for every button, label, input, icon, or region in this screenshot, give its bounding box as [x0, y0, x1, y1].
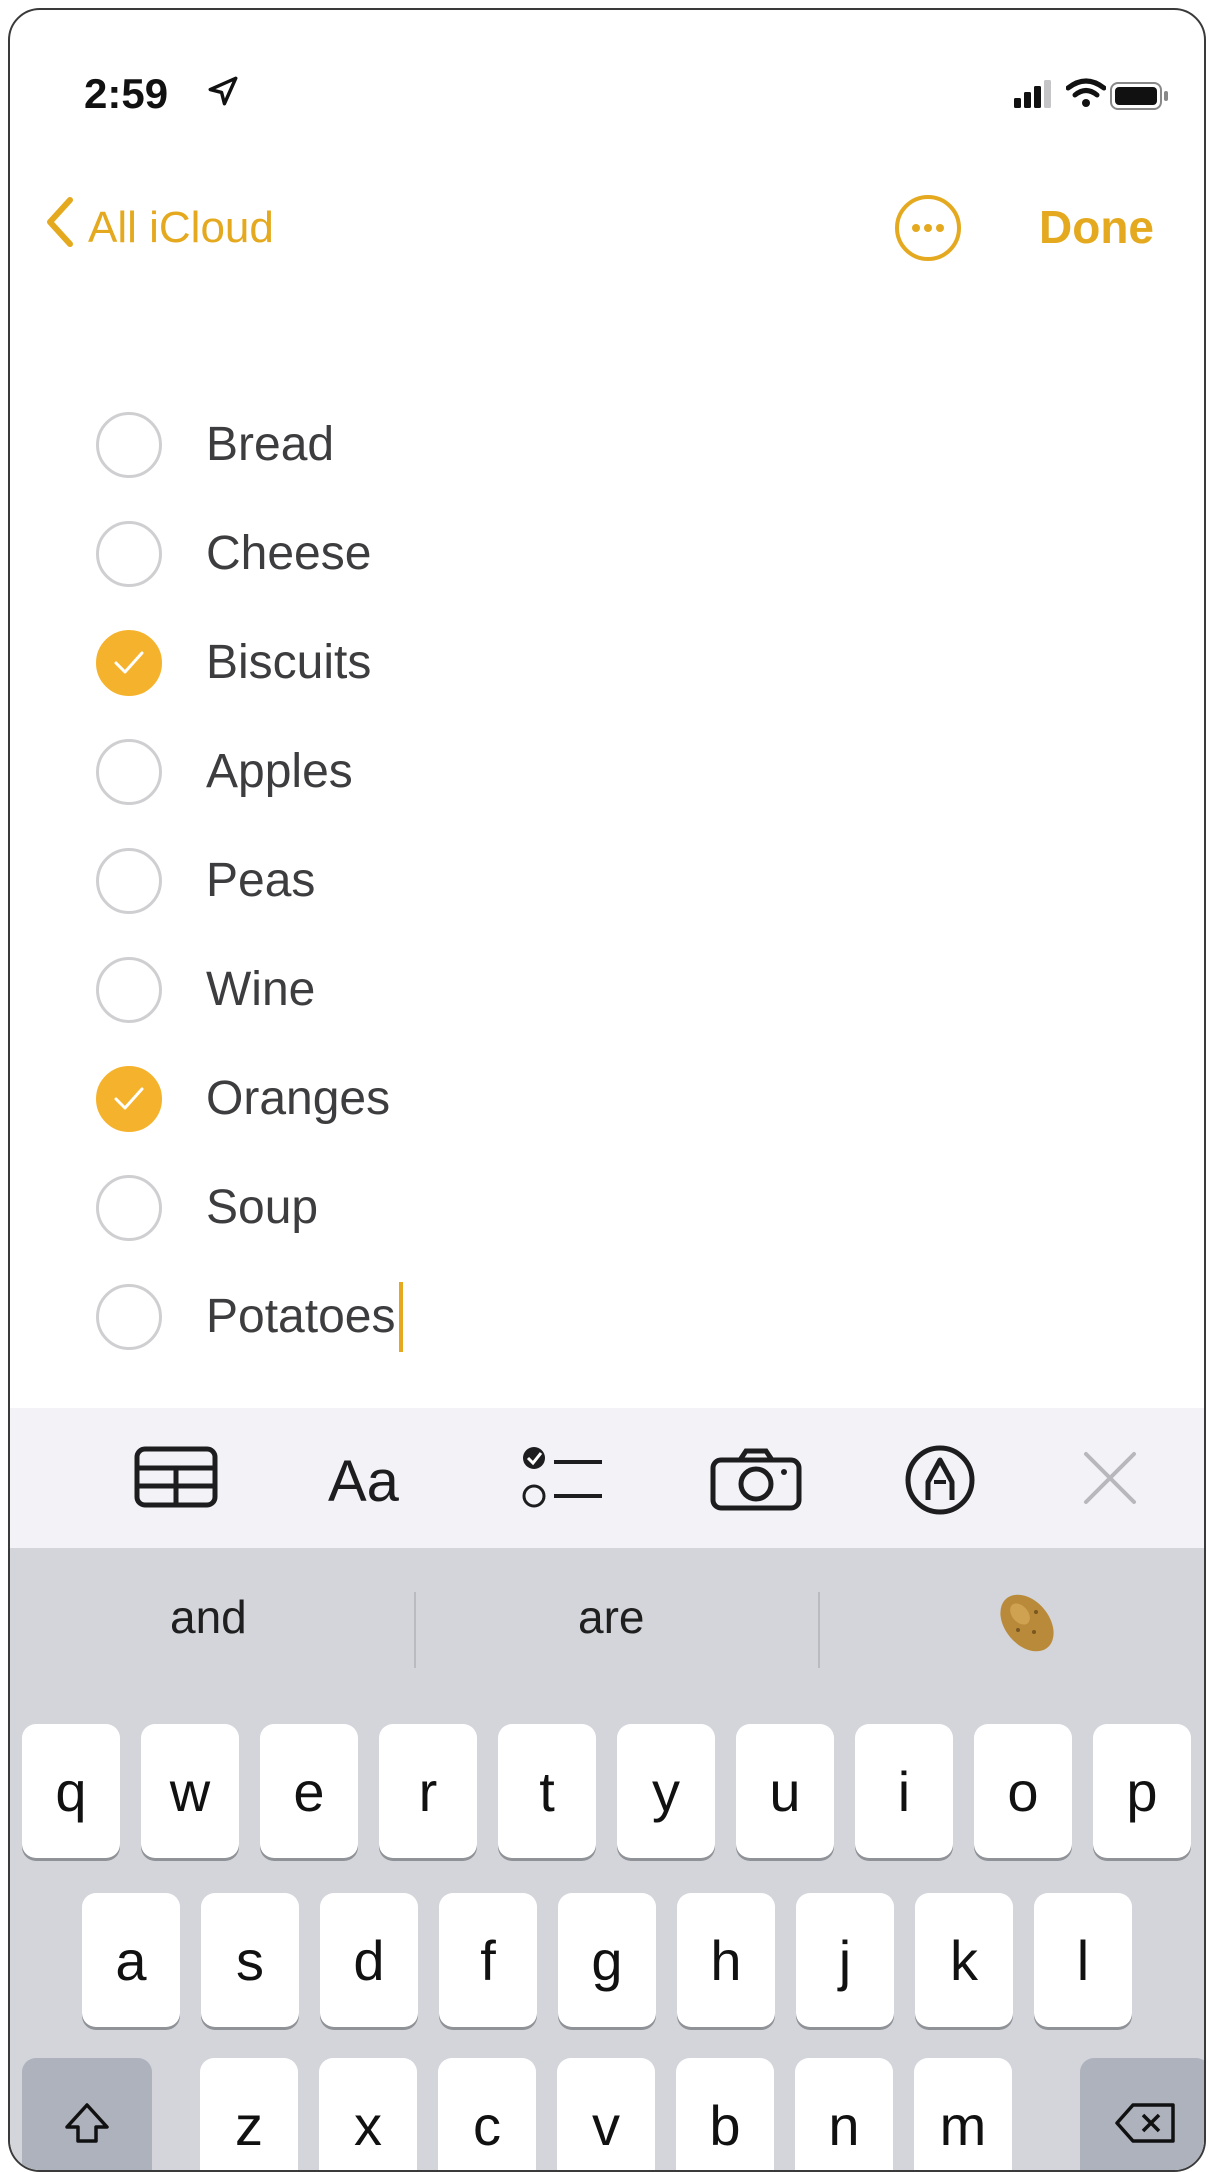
key-m[interactable]: m: [914, 2058, 1012, 2170]
key-b[interactable]: b: [676, 2058, 774, 2170]
phone-screen: 2:59 All iCloud Done Bread Cheese Biscuits…: [8, 8, 1206, 2172]
checkbox-checked-icon[interactable]: [96, 1065, 162, 1132]
checklist-item[interactable]: Bread: [96, 390, 403, 499]
key-p[interactable]: p: [1093, 1724, 1191, 1858]
key-u[interactable]: u: [736, 1724, 834, 1858]
key-a[interactable]: a: [82, 1893, 180, 2027]
cellular-signal-icon: [1014, 80, 1054, 113]
back-label: All iCloud: [88, 202, 274, 252]
key-i[interactable]: i: [855, 1724, 953, 1858]
key-h[interactable]: h: [677, 1893, 775, 2027]
key-y[interactable]: y: [617, 1724, 715, 1858]
checklist-item[interactable]: Soup: [96, 1153, 403, 1262]
suggestion-and[interactable]: and: [170, 1590, 247, 1644]
checkbox-empty-icon[interactable]: [96, 738, 162, 805]
key-d[interactable]: d: [320, 1893, 418, 2027]
key-c[interactable]: c: [438, 2058, 536, 2170]
key-f[interactable]: f: [439, 1893, 537, 2027]
key-z[interactable]: z: [200, 2058, 298, 2170]
suggestion-divider: [818, 1592, 820, 1668]
table-icon[interactable]: [134, 1446, 218, 1513]
checklist-item-label[interactable]: Oranges: [206, 1071, 390, 1126]
status-bar: 2:59: [10, 60, 1204, 130]
delete-key[interactable]: [1080, 2058, 1204, 2170]
text-cursor: [399, 1281, 404, 1352]
checkbox-empty-icon[interactable]: [96, 847, 162, 914]
checkbox-empty-icon[interactable]: [96, 1174, 162, 1241]
checklist-item[interactable]: Oranges: [96, 1044, 403, 1153]
wifi-icon: [1065, 78, 1107, 113]
done-button[interactable]: Done: [1039, 200, 1154, 254]
key-o[interactable]: o: [974, 1724, 1072, 1858]
formatting-toolbar: Aa: [10, 1408, 1204, 1548]
text-format-button[interactable]: Aa: [328, 1448, 399, 1515]
delete-icon: [1113, 2093, 1177, 2158]
key-n[interactable]: n: [795, 2058, 893, 2170]
key-t[interactable]: t: [498, 1724, 596, 1858]
key-e[interactable]: e: [260, 1724, 358, 1858]
checklist-item-label[interactable]: Bread: [206, 417, 334, 472]
close-icon[interactable]: [1080, 1448, 1140, 1513]
checklist-item[interactable]: Wine: [96, 935, 403, 1044]
checkbox-empty-icon[interactable]: [96, 520, 162, 587]
back-button[interactable]: All iCloud: [44, 196, 274, 259]
key-x[interactable]: x: [319, 2058, 417, 2170]
checklist-item-label[interactable]: Biscuits: [206, 635, 371, 690]
checklist-item-label[interactable]: Cheese: [206, 526, 371, 581]
shift-icon: [63, 2093, 111, 2158]
checklist-item[interactable]: Peas: [96, 826, 403, 935]
camera-icon[interactable]: [710, 1448, 802, 1517]
key-g[interactable]: g: [558, 1893, 656, 2027]
checklist-icon[interactable]: [520, 1444, 610, 1519]
suggestion-are[interactable]: are: [578, 1590, 644, 1644]
predictive-bar: and are: [10, 1548, 1204, 1688]
checkbox-empty-icon[interactable]: [96, 411, 162, 478]
shift-key[interactable]: [22, 2058, 152, 2170]
chevron-left-icon: [44, 196, 74, 259]
key-k[interactable]: k: [915, 1893, 1013, 2027]
checklist: Bread Cheese Biscuits Apples Peas Wine Oranges…: [96, 390, 404, 1371]
checkbox-empty-icon[interactable]: [96, 956, 162, 1023]
key-s[interactable]: s: [201, 1893, 299, 2027]
checklist-item-label[interactable]: Peas: [206, 853, 315, 908]
checklist-item[interactable]: Apples: [96, 717, 403, 826]
checklist-item[interactable]: Biscuits: [96, 608, 403, 717]
checklist-item[interactable]: Cheese: [96, 499, 403, 608]
key-v[interactable]: v: [557, 2058, 655, 2170]
status-time: 2:59: [84, 70, 169, 117]
checkbox-empty-icon[interactable]: [96, 1283, 162, 1350]
navigation-bar: All iCloud Done: [10, 190, 1204, 270]
checklist-item-label[interactable]: Apples: [206, 744, 353, 799]
checklist-item-label[interactable]: Wine: [206, 962, 315, 1017]
key-w[interactable]: w: [141, 1724, 239, 1858]
checkbox-checked-icon[interactable]: [96, 629, 162, 696]
key-l[interactable]: l: [1034, 1893, 1132, 2027]
battery-icon: [1110, 82, 1170, 115]
potato-emoji[interactable]: [990, 1586, 1064, 1665]
key-q[interactable]: q: [22, 1724, 120, 1858]
key-j[interactable]: j: [796, 1893, 894, 2027]
key-r[interactable]: r: [379, 1724, 477, 1858]
ellipsis-circle-icon[interactable]: [892, 192, 964, 269]
markup-pen-icon[interactable]: [904, 1444, 976, 1521]
keyboard: and are qwertyuiop asdfghjkl zxcvbnm: [10, 1548, 1204, 2170]
checklist-item[interactable]: Potatoes: [96, 1262, 404, 1371]
suggestion-divider: [414, 1592, 416, 1668]
checklist-item-label[interactable]: Potatoes: [206, 1289, 395, 1344]
location-arrow-icon: [206, 74, 240, 113]
checklist-item-label[interactable]: Soup: [206, 1180, 318, 1235]
